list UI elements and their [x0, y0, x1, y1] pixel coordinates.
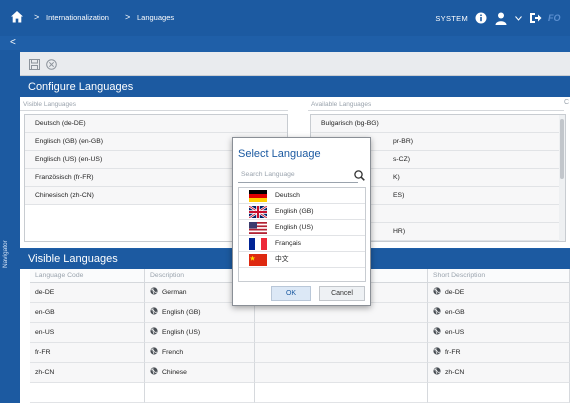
language-code-cell[interactable]: zh-CN — [30, 363, 145, 383]
cell-text: French — [162, 349, 184, 356]
empty-cell[interactable] — [255, 343, 428, 363]
navigator-strip[interactable]: Navigator — [0, 50, 20, 403]
cell-text: fr-FR — [445, 349, 461, 356]
available-list-scrollbar[interactable] — [559, 115, 565, 241]
column-header-language-code[interactable]: Language Code — [30, 269, 145, 283]
globe-icon — [150, 347, 158, 355]
language-name: 中文 — [275, 256, 289, 263]
select-language-dialog: Select Language Search Language Deutsch … — [232, 137, 371, 306]
available-languages-header: Available Languages — [308, 99, 564, 111]
search-language-input[interactable]: Search Language — [238, 167, 358, 183]
cell-text: German — [162, 289, 187, 296]
list-item[interactable]: Deutsch (de-DE) — [25, 115, 287, 133]
cell-text: English (GB) — [162, 309, 201, 316]
empty-cell[interactable] — [255, 363, 428, 383]
empty-cell[interactable] — [255, 303, 428, 323]
de-flag-icon — [249, 190, 267, 202]
description-cell[interactable]: French — [145, 343, 255, 363]
navigator-label: Navigator — [2, 240, 9, 268]
cell-text: en-US — [35, 329, 55, 336]
language-item-english-gb[interactable]: English (GB) — [239, 204, 365, 220]
brand-logo: FO — [548, 13, 561, 23]
language-item-english-us[interactable]: English (US) — [239, 220, 365, 236]
language-name: English (US) — [275, 224, 314, 231]
cell-text: de-DE — [35, 289, 55, 296]
home-icon[interactable] — [10, 10, 24, 24]
globe-icon — [150, 287, 158, 295]
globe-icon — [433, 347, 441, 355]
fr-flag-icon — [249, 238, 267, 250]
cancel-circle-icon[interactable] — [44, 57, 58, 71]
language-list[interactable]: Deutsch English (GB) English (US) França… — [238, 187, 366, 282]
dialog-title: Select Language — [238, 148, 321, 160]
short-description-cell[interactable]: en-US — [428, 323, 570, 343]
column-header-short-description[interactable]: Short Description — [428, 269, 570, 283]
description-cell[interactable]: Chinese — [145, 363, 255, 383]
cell-text: en-GB — [35, 309, 55, 316]
short-description-cell[interactable]: zh-CN — [428, 363, 570, 383]
scrollbar-thumb[interactable] — [560, 119, 564, 179]
cell-text: fr-FR — [35, 349, 51, 356]
language-item-deutsch[interactable]: Deutsch — [239, 188, 365, 204]
cell-text: Chinese — [162, 369, 187, 376]
cell-text: de-DE — [445, 289, 465, 296]
list-item[interactable]: Bulgarisch (bg-BG) — [311, 115, 565, 133]
us-flag-icon — [249, 222, 267, 234]
language-item-francais[interactable]: Français — [239, 236, 365, 252]
sort-header-icon[interactable]: C — [564, 99, 569, 106]
system-label[interactable]: SYSTEM — [435, 14, 468, 23]
gb-flag-icon — [249, 206, 267, 218]
chevron-down-icon[interactable] — [514, 11, 522, 25]
empty-cell[interactable] — [30, 383, 145, 403]
globe-icon — [433, 307, 441, 315]
cell-text: en-GB — [445, 309, 465, 316]
language-code-cell[interactable]: de-DE — [30, 283, 145, 303]
short-description-cell[interactable]: de-DE — [428, 283, 570, 303]
user-icon[interactable] — [494, 11, 508, 25]
language-item-chinese[interactable]: 中文 — [239, 252, 365, 268]
language-name: Français — [275, 240, 302, 247]
short-description-cell[interactable]: fr-FR — [428, 343, 570, 363]
toolbar — [20, 52, 570, 76]
cn-flag-icon — [249, 254, 267, 266]
cell-text: zh-CN — [35, 369, 55, 376]
configure-languages-title: Configure Languages — [20, 77, 570, 97]
info-icon[interactable] — [474, 11, 488, 25]
top-bar: > Internationalization > Languages SYSTE… — [0, 0, 570, 36]
cell-text: zh-CN — [445, 369, 465, 376]
globe-icon — [433, 287, 441, 295]
language-code-cell[interactable]: en-US — [30, 323, 145, 343]
globe-icon — [150, 367, 158, 375]
short-description-cell[interactable]: en-GB — [428, 303, 570, 323]
globe-icon — [433, 367, 441, 375]
language-name: English (GB) — [275, 208, 314, 215]
collapse-navigator-icon[interactable]: < — [10, 37, 16, 48]
ok-button[interactable]: OK — [271, 286, 311, 301]
cancel-button[interactable]: Cancel — [319, 286, 365, 301]
language-name: Deutsch — [275, 192, 300, 199]
globe-icon — [150, 307, 158, 315]
language-code-cell[interactable]: fr-FR — [30, 343, 145, 363]
save-icon[interactable] — [27, 57, 41, 71]
description-cell[interactable]: English (US) — [145, 323, 255, 343]
breadcrumb-separator-icon: > — [125, 12, 131, 22]
language-code-cell[interactable]: en-GB — [30, 303, 145, 323]
breadcrumb-separator-icon: > — [34, 12, 40, 22]
empty-cell[interactable] — [255, 323, 428, 343]
empty-cell[interactable] — [428, 383, 570, 403]
cell-text: en-US — [445, 329, 465, 336]
globe-icon — [150, 327, 158, 335]
globe-icon — [433, 327, 441, 335]
breadcrumb-item-languages[interactable]: Languages — [137, 13, 174, 22]
header-actions: SYSTEM FO — [435, 9, 564, 27]
breadcrumb-item-internationalization[interactable]: Internationalization — [46, 13, 109, 22]
visible-languages-header: Visible Languages — [20, 99, 288, 111]
cell-text: English (US) — [162, 329, 201, 336]
empty-cell[interactable] — [255, 383, 428, 403]
logout-icon[interactable] — [528, 11, 542, 25]
search-icon[interactable] — [352, 167, 366, 183]
empty-cell[interactable] — [145, 383, 255, 403]
description-cell[interactable]: English (GB) — [145, 303, 255, 323]
